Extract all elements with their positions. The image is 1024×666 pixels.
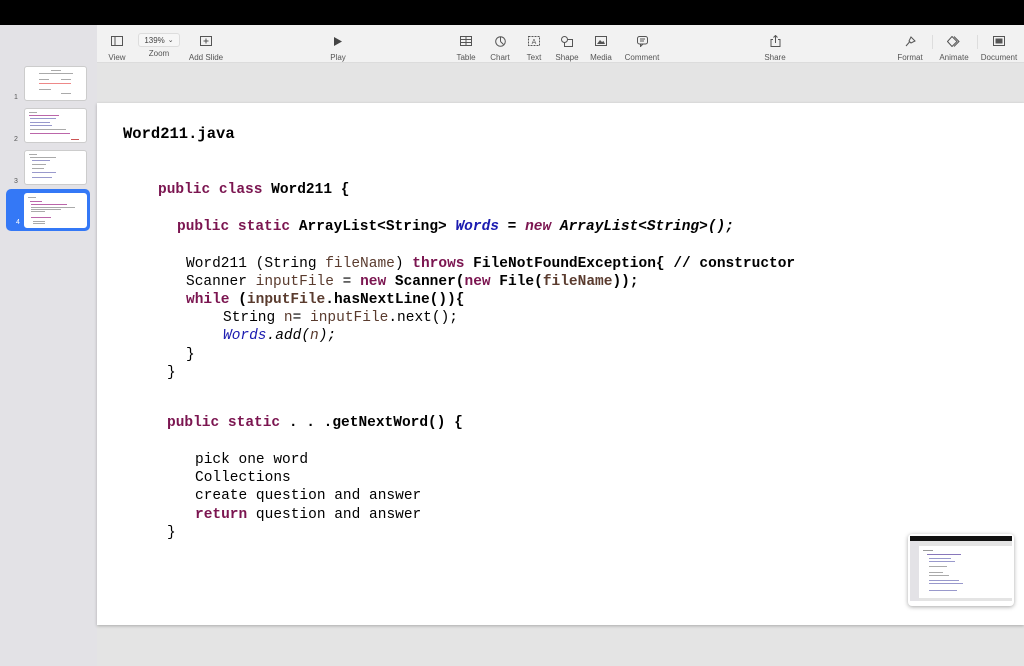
slide[interactable]: Word211.java public class Word211 { publ… <box>97 103 1024 625</box>
menu-bar <box>0 0 1024 25</box>
toolbar: View 139% ⌄ Zoom Add Slide Play Table Ch… <box>97 25 1024 63</box>
comment-icon <box>636 32 648 50</box>
slide-preview <box>24 193 87 228</box>
text-box-icon: A <box>528 32 540 50</box>
media-button[interactable]: Media <box>587 25 615 63</box>
text-button[interactable]: A Text <box>521 25 547 63</box>
code-line-scanner[interactable]: Scanner inputFile = new Scanner(new File… <box>186 273 639 291</box>
shape-icon <box>561 32 573 50</box>
comment-button[interactable]: Comment <box>621 25 663 63</box>
paintbrush-icon <box>905 32 916 50</box>
code-line-class-declaration[interactable]: public class Word211 { <box>158 181 349 199</box>
code-line-collections[interactable]: Collections <box>195 469 291 487</box>
format-button[interactable]: Format <box>895 25 925 63</box>
code-line-create-question[interactable]: create question and answer <box>195 487 421 505</box>
table-icon <box>460 32 472 50</box>
play-icon <box>334 32 342 50</box>
add-slide-icon <box>200 32 212 50</box>
animate-button[interactable]: Animate <box>937 25 971 63</box>
code-line-close-method[interactable]: } <box>167 524 176 542</box>
code-line-close-constructor[interactable]: } <box>167 364 176 382</box>
code-line-words-add[interactable]: Words.add(n); <box>223 327 336 345</box>
document-icon <box>993 32 1005 50</box>
chart-button[interactable]: Chart <box>487 25 513 63</box>
slide-preview <box>24 150 87 185</box>
add-slide-button[interactable]: Add Slide <box>185 25 227 63</box>
svg-text:A: A <box>532 39 537 46</box>
screenshot-preview-thumbnail[interactable] <box>908 534 1014 606</box>
code-line-get-next-word[interactable]: public static . . .getNextWord() { <box>167 414 463 432</box>
zoom-dropdown[interactable]: 139% ⌄ <box>138 33 180 47</box>
share-icon <box>770 32 781 50</box>
table-button[interactable]: Table <box>453 25 479 63</box>
slide-canvas: Word211.java public class Word211 { publ… <box>97 63 1024 666</box>
animate-icon <box>947 32 961 50</box>
share-button[interactable]: Share <box>763 25 787 63</box>
slide-preview <box>24 66 87 101</box>
media-icon <box>595 32 607 50</box>
slide-navigator: 1 2 3 4 <box>0 25 97 666</box>
code-line-pick-one-word[interactable]: pick one word <box>195 451 308 469</box>
slide-title[interactable]: Word211.java <box>123 125 235 143</box>
document-button[interactable]: Document <box>979 25 1019 63</box>
play-button[interactable]: Play <box>327 25 349 63</box>
zoom-control[interactable]: 139% ⌄ Zoom <box>137 25 181 63</box>
slide-preview <box>24 108 87 143</box>
chevron-down-icon: ⌄ <box>167 37 174 44</box>
toolbar-divider <box>932 35 933 49</box>
code-line-constructor[interactable]: Word211 (String fileName) throws FileNot… <box>186 255 795 273</box>
code-line-return[interactable]: return question and answer <box>195 506 421 524</box>
view-button[interactable]: View <box>106 25 128 63</box>
code-line-close-while[interactable]: } <box>186 346 195 364</box>
code-line-while[interactable]: while (inputFile.hasNextLine()){ <box>186 291 464 309</box>
code-line-string-n[interactable]: String n= inputFile.next(); <box>223 309 458 327</box>
code-line-field[interactable]: public static ArrayList<String> Words = … <box>177 218 734 236</box>
shape-button[interactable]: Shape <box>553 25 581 63</box>
toolbar-divider <box>977 35 978 49</box>
sidebar-view-icon <box>111 32 123 50</box>
chart-icon <box>494 32 506 50</box>
zoom-value: 139% <box>144 35 165 45</box>
